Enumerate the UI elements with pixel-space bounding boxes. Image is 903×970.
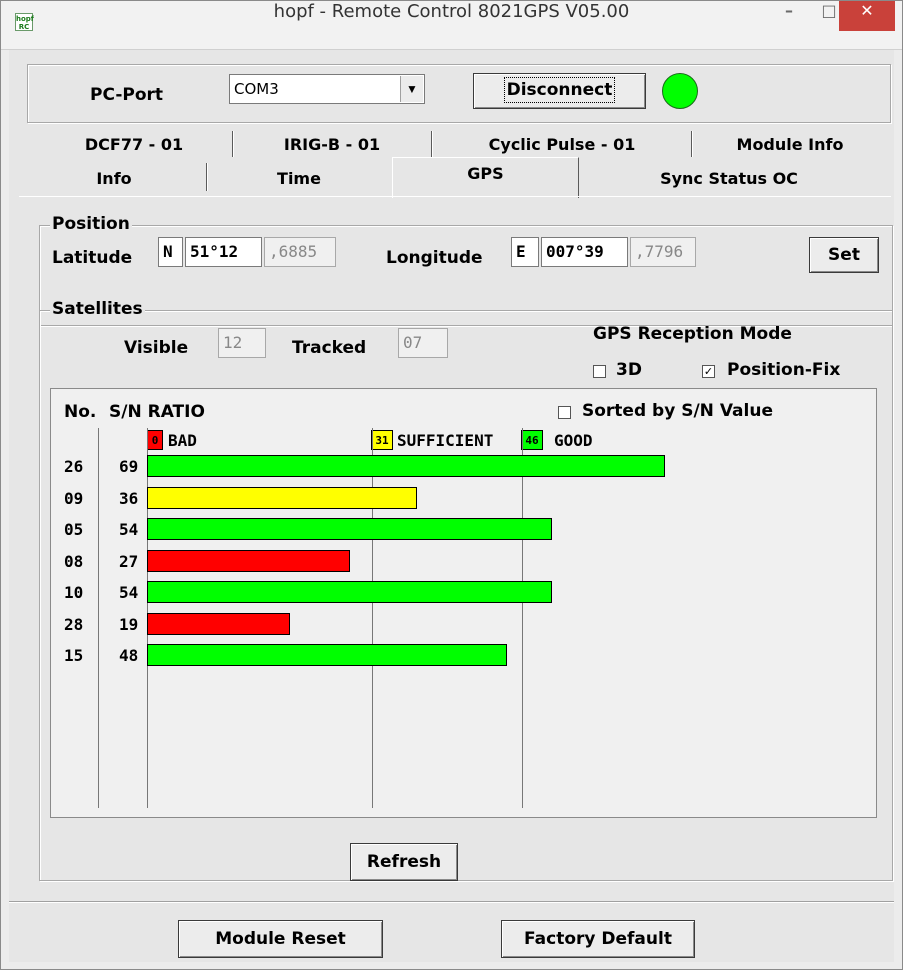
satellite-number: 10 bbox=[64, 583, 84, 602]
sn-value-label: 19 bbox=[119, 614, 139, 634]
mode-3d-checkbox[interactable] bbox=[593, 365, 606, 378]
satellite-number: 15 bbox=[64, 646, 84, 665]
legend-sufficient-swatch: 31 bbox=[371, 430, 393, 450]
tab-info[interactable]: Info bbox=[29, 169, 199, 188]
column-divider bbox=[98, 428, 99, 808]
chart-gridline bbox=[522, 428, 523, 808]
tab-gps-label: GPS bbox=[467, 164, 504, 183]
pc-port-label: PC-Port bbox=[90, 85, 164, 105]
satellite-number: 05 bbox=[64, 520, 84, 539]
tracked-label: Tracked bbox=[292, 338, 367, 358]
sorted-by-sn-checkbox[interactable] bbox=[558, 406, 571, 419]
footer-divider bbox=[9, 901, 894, 902]
title-bar[interactable]: hopf RC hopf - Remote Control 8021GPS V0… bbox=[1, 1, 902, 50]
port-select-value: COM3 bbox=[234, 80, 279, 98]
tab-irig-b[interactable]: IRIG-B - 01 bbox=[237, 135, 427, 154]
position-group-label: Position bbox=[50, 214, 132, 234]
close-button[interactable]: ✕ bbox=[839, 1, 895, 31]
client-area: PC-Port COM3 ▼ Disconnect DCF77 - 01 IRI… bbox=[9, 50, 894, 962]
longitude-hemisphere-field[interactable]: E bbox=[511, 237, 539, 267]
longitude-degrees-field[interactable]: 007°39 bbox=[541, 237, 628, 267]
tracked-count-field: 07 bbox=[398, 328, 448, 358]
legend-sufficient-label: SUFFICIENT bbox=[397, 431, 494, 450]
sorted-by-sn-label: Sorted by S/N Value bbox=[582, 401, 773, 421]
disconnect-button[interactable]: Disconnect bbox=[473, 73, 646, 109]
app-window: hopf RC hopf - Remote Control 8021GPS V0… bbox=[0, 0, 903, 970]
sn-ratio-panel: No. S/N RATIO Sorted by S/N Value 0 BAD … bbox=[50, 388, 877, 818]
sn-value-label: 36 bbox=[119, 488, 139, 508]
visible-label: Visible bbox=[124, 338, 189, 358]
tab-gps-active[interactable]: GPS bbox=[392, 157, 579, 198]
module-reset-button[interactable]: Module Reset bbox=[178, 920, 383, 958]
tab-divider bbox=[691, 131, 692, 157]
satellite-number: 26 bbox=[64, 457, 84, 476]
port-select[interactable]: COM3 ▼ bbox=[229, 74, 425, 104]
window-title: hopf - Remote Control 8021GPS V05.00 bbox=[273, 1, 630, 22]
legend-good-swatch: 46 bbox=[521, 430, 543, 450]
sn-value-label: 27 bbox=[119, 551, 139, 571]
latitude-label: Latitude bbox=[52, 248, 133, 268]
legend-good-label: GOOD bbox=[554, 431, 593, 450]
legend-bad-label: BAD bbox=[168, 431, 197, 450]
factory-default-button[interactable]: Factory Default bbox=[501, 920, 695, 958]
satellites-group-label: Satellites bbox=[50, 299, 145, 319]
satellite-number: 09 bbox=[64, 488, 84, 508]
latitude-minutes-field: ,6885 bbox=[264, 237, 336, 267]
tab-module-info[interactable]: Module Info bbox=[695, 135, 885, 154]
minimize-button[interactable]: – bbox=[769, 1, 809, 31]
longitude-minutes-field: ,7796 bbox=[630, 237, 696, 267]
sn-value-label: 69 bbox=[119, 457, 139, 476]
column-header-sn-ratio: S/N RATIO bbox=[109, 402, 205, 422]
tab-dcf77[interactable]: DCF77 - 01 bbox=[39, 135, 229, 154]
check-icon: ✓ bbox=[703, 365, 714, 378]
tab-divider bbox=[232, 131, 233, 157]
longitude-label: Longitude bbox=[386, 248, 483, 268]
sn-bar bbox=[147, 455, 665, 477]
position-fix-checkbox[interactable]: ✓ bbox=[702, 365, 715, 378]
mode-3d-label: 3D bbox=[616, 360, 642, 380]
tab-page-top-edge bbox=[19, 196, 891, 197]
satellite-number: 28 bbox=[64, 614, 84, 634]
set-position-button[interactable]: Set bbox=[809, 237, 879, 273]
visible-count-field: 12 bbox=[218, 328, 266, 358]
connection-group: PC-Port COM3 ▼ Disconnect bbox=[27, 64, 891, 123]
column-header-number: No. bbox=[64, 402, 97, 422]
disconnect-button-label: Disconnect bbox=[503, 77, 616, 103]
sn-bar bbox=[147, 486, 417, 509]
sn-value-label: 54 bbox=[119, 520, 139, 539]
sn-value-label: 48 bbox=[119, 646, 139, 665]
tab-divider bbox=[206, 163, 207, 191]
gps-reception-mode-label: GPS Reception Mode bbox=[593, 324, 792, 344]
sn-bar bbox=[147, 612, 290, 635]
sn-bar bbox=[147, 644, 507, 666]
sn-bar bbox=[147, 581, 552, 603]
tab-cyclic-pulse[interactable]: Cyclic Pulse - 01 bbox=[437, 135, 687, 154]
latitude-degrees-field[interactable]: 51°12 bbox=[185, 237, 262, 267]
sn-bar bbox=[147, 518, 552, 540]
position-fix-label: Position-Fix bbox=[727, 360, 841, 380]
chart-gridline bbox=[372, 428, 373, 808]
tab-divider bbox=[431, 131, 432, 157]
legend-bad-swatch: 0 bbox=[147, 430, 163, 450]
sn-value-label: 54 bbox=[119, 583, 139, 602]
tab-time[interactable]: Time bbox=[214, 169, 384, 188]
tab-sync-status[interactable]: Sync Status OC bbox=[589, 169, 869, 188]
chevron-down-icon[interactable]: ▼ bbox=[400, 76, 423, 102]
sn-bar bbox=[147, 549, 350, 572]
refresh-button[interactable]: Refresh bbox=[350, 843, 458, 881]
connection-status-indicator bbox=[662, 73, 698, 109]
satellite-number: 08 bbox=[64, 551, 84, 571]
latitude-hemisphere-field[interactable]: N bbox=[158, 237, 183, 267]
